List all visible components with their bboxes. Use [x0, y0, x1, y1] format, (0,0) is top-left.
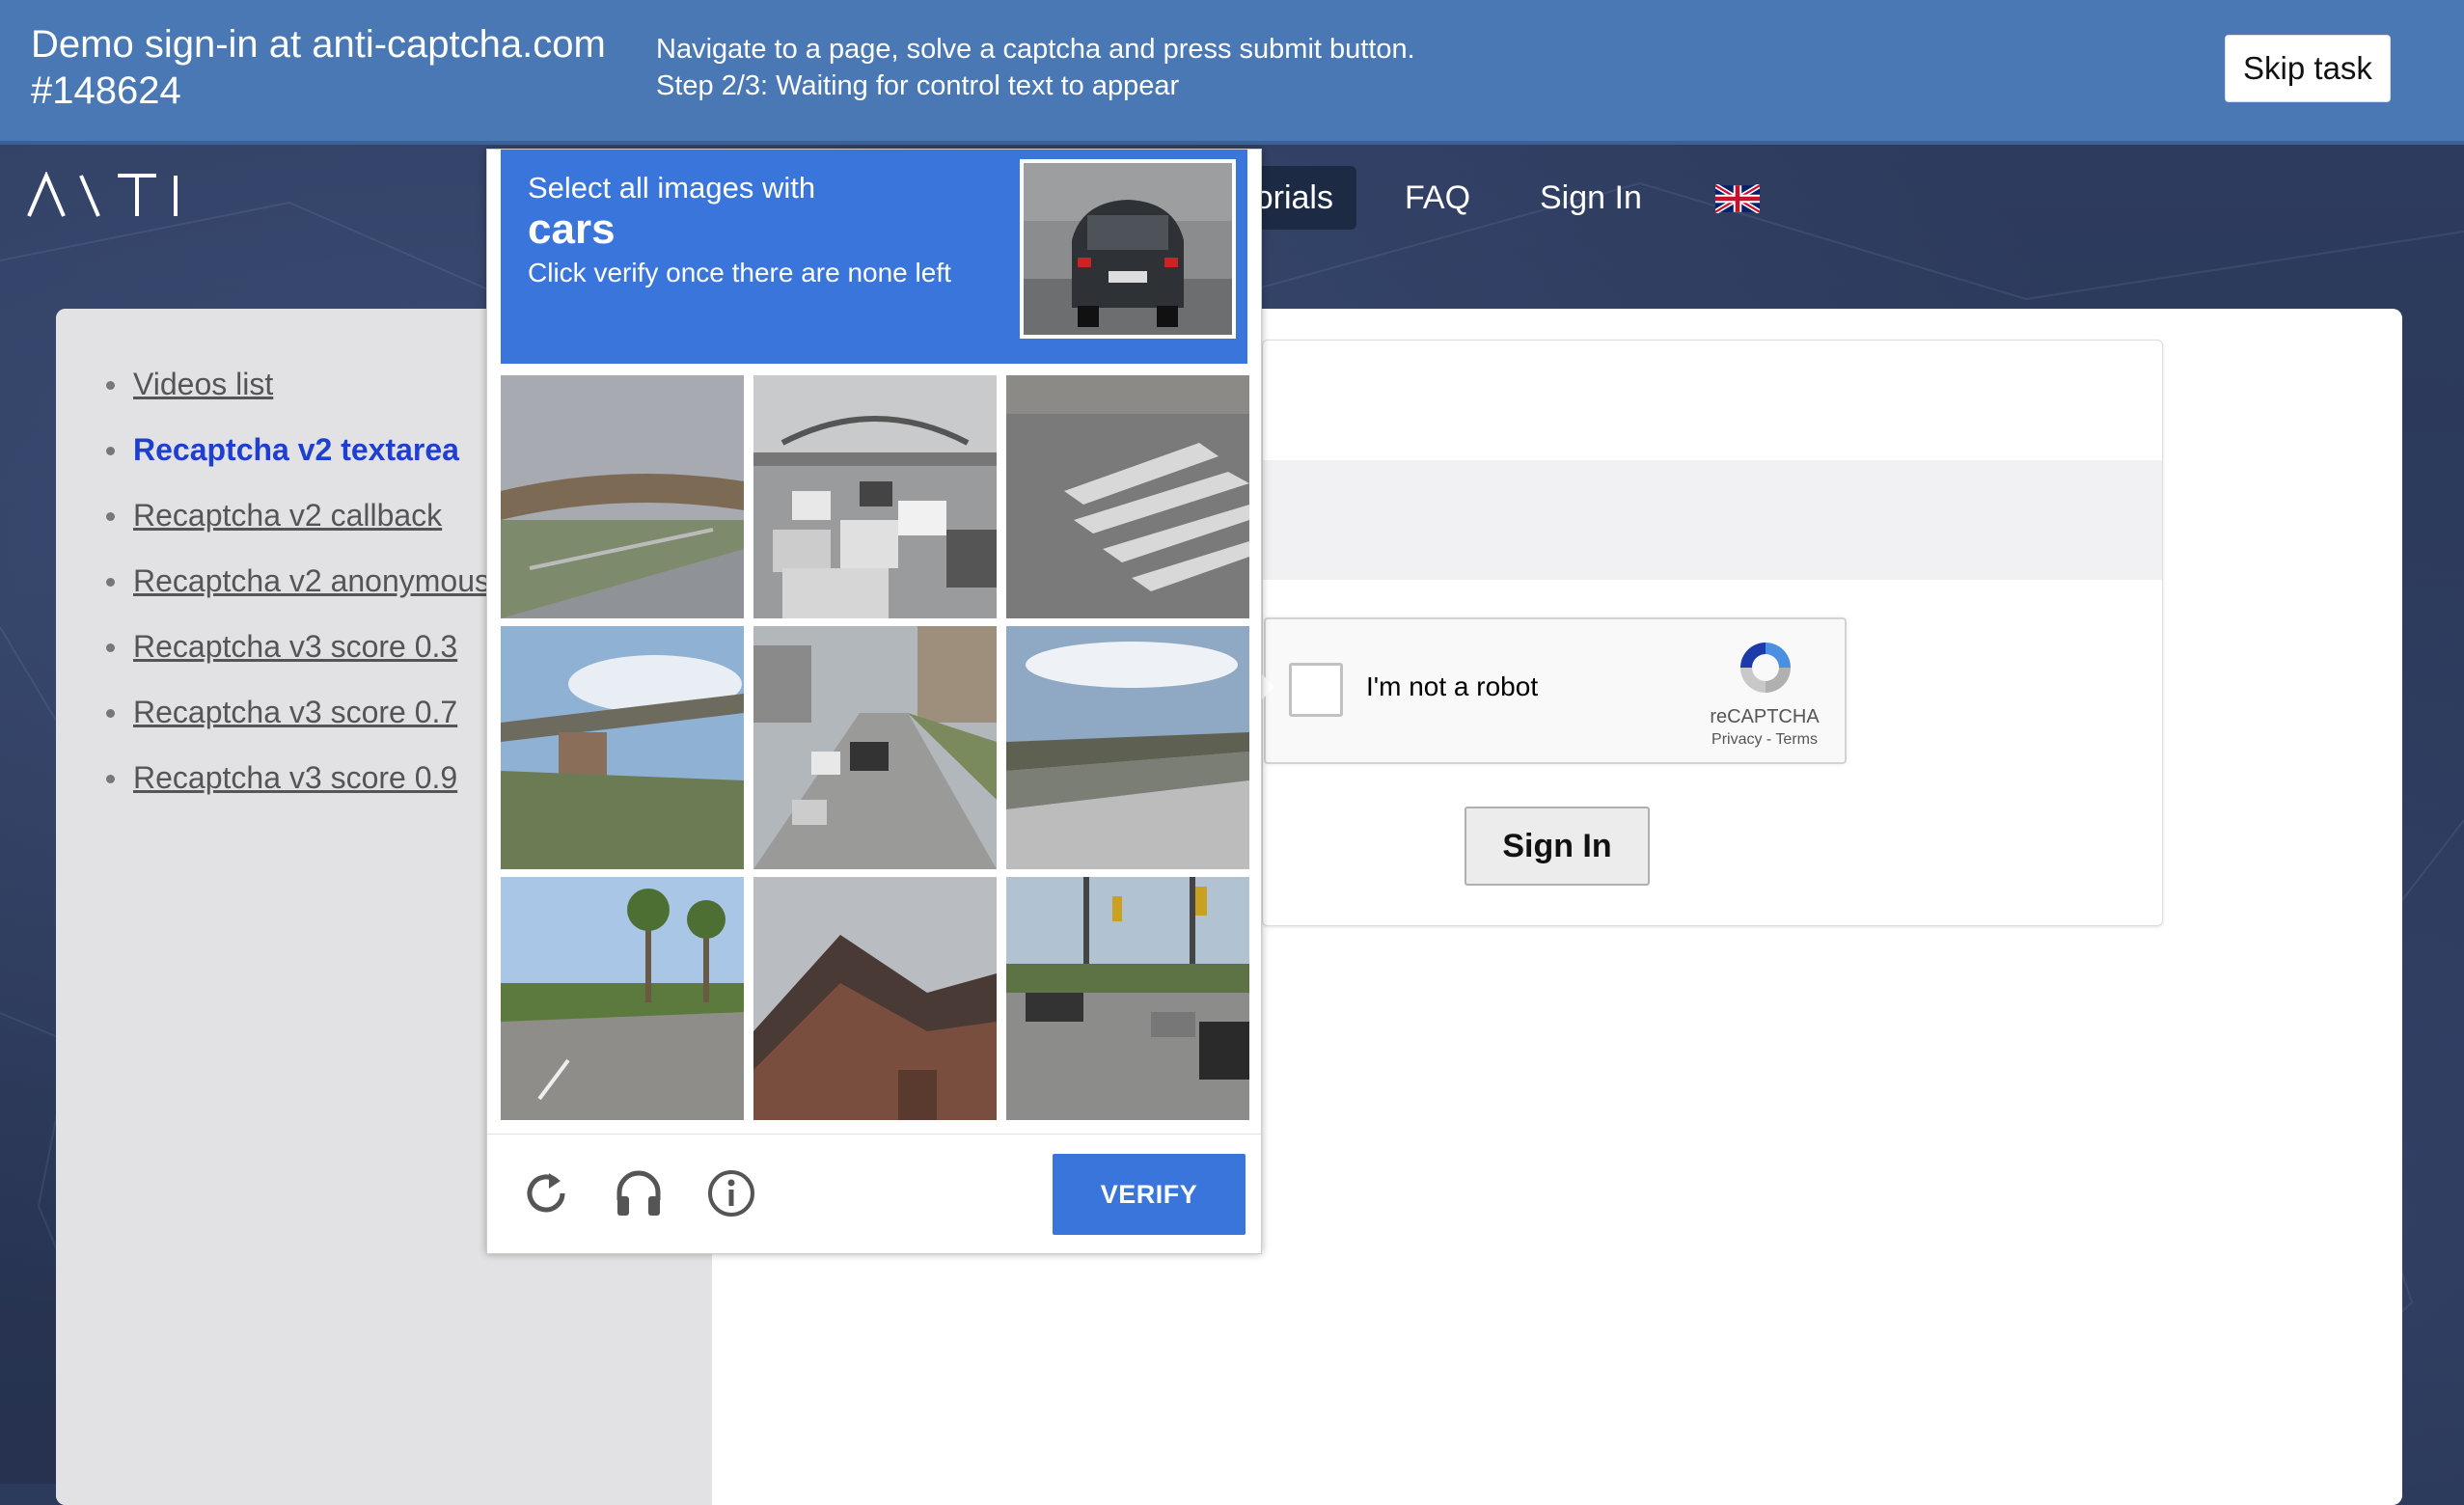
challenge-tile-intersection[interactable]: [1006, 877, 1249, 1120]
form-field-row: [1263, 460, 2162, 580]
sidebar-item-recaptcha-v2-anonymous[interactable]: Recaptcha v2 anonymous: [106, 548, 490, 614]
audio-challenge-icon[interactable]: [613, 1167, 665, 1219]
challenge-footer: VERIFY: [487, 1134, 1261, 1256]
sidebar-item-recaptcha-v3-score-09[interactable]: Recaptcha v3 score 0.9: [106, 745, 490, 810]
challenge-instruction: Select all images with: [528, 171, 816, 205]
task-title: Demo sign-in at anti-captcha.com #148624: [31, 23, 606, 112]
captcha-challenge-popup: Select all images with cars Click verify…: [486, 149, 1262, 1254]
challenge-header: Select all images with cars Click verify…: [501, 150, 1247, 364]
recaptcha-label: I'm not a robot: [1366, 671, 1539, 701]
task-instruction-line: Navigate to a page, solve a captcha and …: [656, 34, 1415, 65]
challenge-sample-image: [1020, 159, 1236, 339]
recaptcha-brand: reCAPTCHA: [1710, 706, 1820, 727]
challenge-hint: Click verify once there are none left: [528, 258, 951, 287]
info-icon[interactable]: [705, 1167, 757, 1219]
challenge-tile-house-roof[interactable]: [753, 877, 997, 1120]
sidebar-item-recaptcha-v2-callback[interactable]: Recaptcha v2 callback: [106, 482, 490, 548]
challenge-tile-overpass[interactable]: [501, 375, 744, 618]
nav-sign-in[interactable]: Sign In: [1517, 166, 1665, 230]
recaptcha-privacy-terms[interactable]: Privacy - Terms: [1690, 731, 1839, 749]
nav-faq[interactable]: FAQ: [1382, 166, 1493, 230]
task-step-status: Step 2/3: Waiting for control text to ap…: [656, 70, 1180, 101]
challenge-tile-road-with-cars[interactable]: [753, 626, 997, 869]
challenge-tile-palm-street[interactable]: [501, 877, 744, 1120]
recaptcha-widget: I'm not a robot reCAPTCHA Privacy - Term…: [1264, 617, 1847, 764]
sidebar-item-recaptcha-v3-score-07[interactable]: Recaptcha v3 score 0.7: [106, 679, 490, 745]
uk-flag-icon[interactable]: [1715, 184, 1760, 213]
verify-button[interactable]: VERIFY: [1053, 1154, 1246, 1235]
challenge-tile-highway-traffic[interactable]: [753, 375, 997, 618]
task-banner: Demo sign-in at anti-captcha.com #148624…: [0, 0, 2464, 145]
sign-in-button[interactable]: Sign In: [1465, 807, 1650, 886]
recaptcha-checkbox[interactable]: [1289, 663, 1343, 717]
sidebar-item-recaptcha-v3-score-03[interactable]: Recaptcha v3 score 0.3: [106, 614, 490, 679]
sidebar-item-videos-list[interactable]: Videos list: [106, 351, 490, 417]
task-instructions: Navigate to a page, solve a captcha and …: [656, 31, 1415, 104]
recaptcha-logo-icon: [1740, 643, 1791, 693]
sidebar-item-recaptcha-v2-textarea[interactable]: Recaptcha v2 textarea: [106, 417, 490, 482]
challenge-tile-freeway[interactable]: [1006, 626, 1249, 869]
reload-icon[interactable]: [520, 1167, 572, 1219]
challenge-image-grid: [501, 375, 1249, 1120]
sidebar-list: Videos list Recaptcha v2 textarea Recapt…: [106, 351, 490, 810]
anti-captcha-logo[interactable]: [25, 172, 179, 218]
challenge-tile-bridge[interactable]: [501, 626, 744, 869]
challenge-tile-crosswalk[interactable]: [1006, 375, 1249, 618]
challenge-target-word: cars: [528, 205, 616, 253]
skip-task-button[interactable]: Skip task: [2225, 35, 2391, 102]
